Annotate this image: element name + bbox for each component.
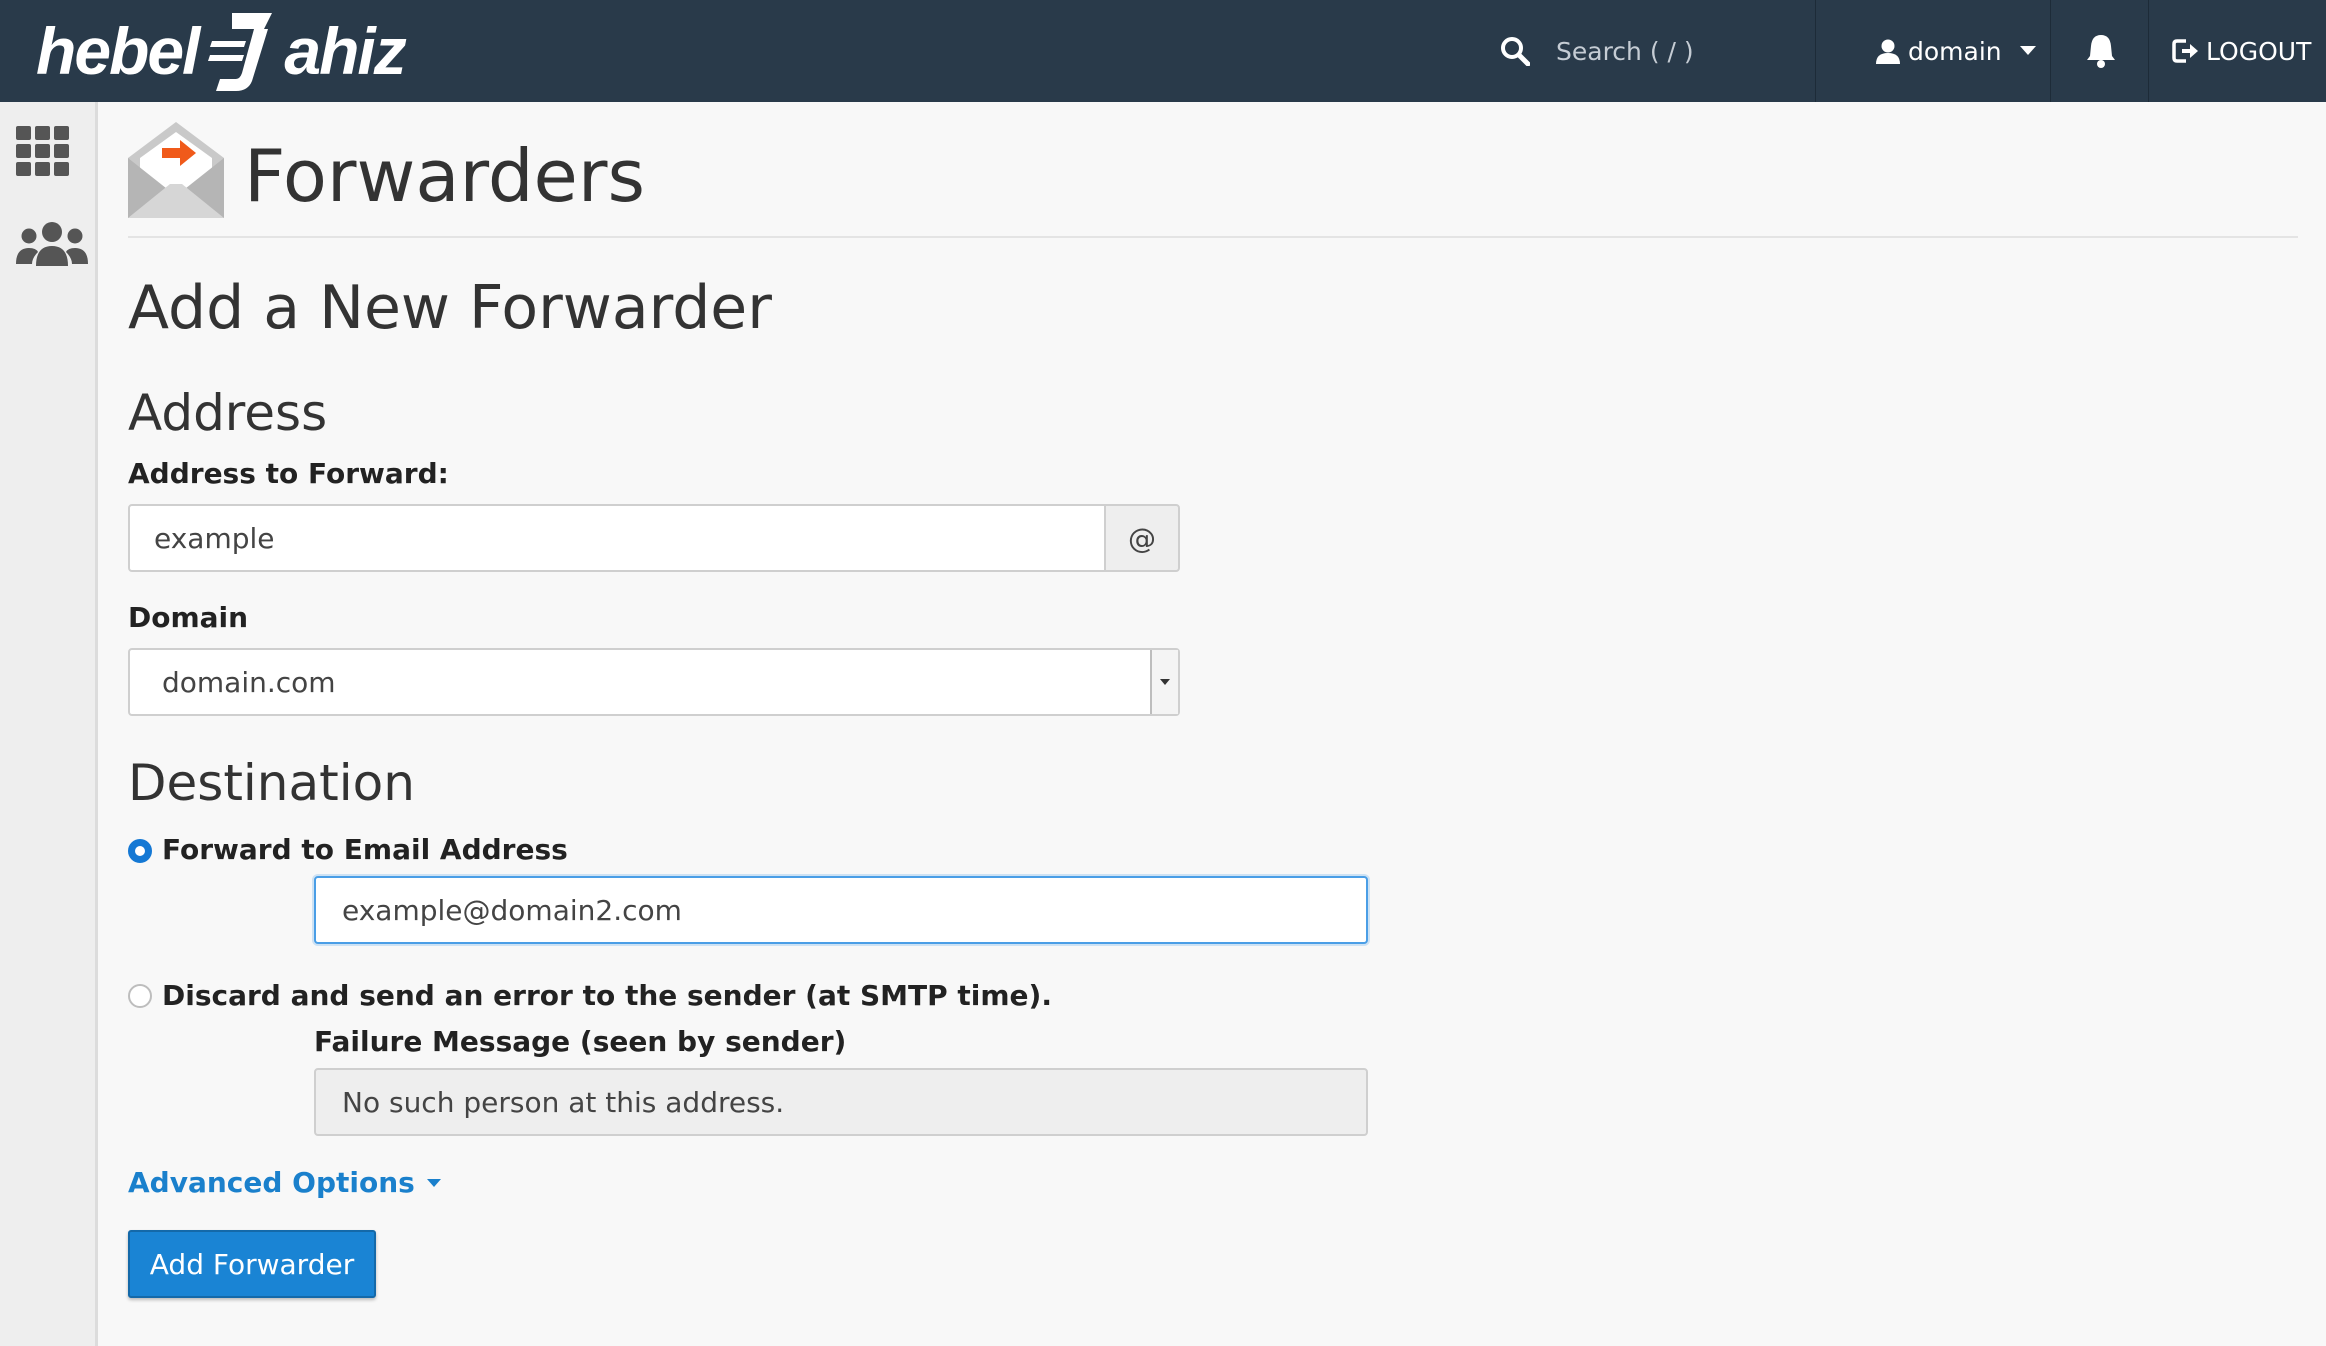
discard-label[interactable]: Discard and send an error to the sender … [162,982,1052,1010]
discard-radio[interactable] [128,984,152,1008]
logo-text-right: ahiz [284,14,406,88]
top-navbar: hebel ahiz Search ( / ) domain LOGOUT [0,0,2326,102]
divider [2148,0,2149,102]
divider [2050,0,2051,102]
chevron-down-icon [1160,679,1170,685]
forwarders-envelope-icon [128,122,224,222]
user-icon [1876,39,1900,64]
advanced-options-label: Advanced Options [128,1166,415,1199]
search-box[interactable]: Search ( / ) [1500,22,1694,80]
search-placeholder: Search ( / ) [1556,36,1694,66]
logout-label: LOGOUT [2206,36,2312,66]
destination-heading: Destination [128,754,415,812]
address-to-forward-value: example [154,521,275,555]
page-header: Forwarders [128,118,2298,238]
forward-email-value: example@domain2.com [342,893,682,927]
user-menu-button[interactable]: domain [1876,22,2036,80]
failure-message-input[interactable]: No such person at this address. [314,1068,1368,1136]
chevron-down-icon [426,1178,441,1187]
failure-message-label: Failure Message (seen by sender) [314,1025,847,1058]
failure-message-value: No such person at this address. [342,1085,785,1119]
add-forwarder-button[interactable]: Add Forwarder [128,1230,376,1298]
forward-email-input[interactable]: example@domain2.com [314,876,1368,944]
apps-grid-icon [16,126,69,176]
domain-select[interactable]: domain.com [128,648,1180,716]
search-icon [1501,37,1530,66]
users-icon [16,222,88,266]
divider [1815,0,1816,102]
left-sidebar [0,102,98,1346]
logo-mark-icon [202,7,280,95]
section-title: Add a New Forwarder [128,273,772,343]
address-heading: Address [128,384,328,442]
forward-to-email-radio[interactable] [128,839,152,863]
sidebar-item-users[interactable] [16,220,88,276]
select-dropdown-arrow[interactable] [1150,650,1178,714]
notifications-bell-icon[interactable] [2086,32,2116,72]
at-sign-text: @ [1128,521,1156,555]
page-title: Forwarders [244,134,645,218]
domain-select-value: domain.com [162,665,336,699]
user-menu-label: domain [1908,36,2002,66]
sidebar-item-apps[interactable] [14,124,72,182]
logout-icon [2172,39,2198,63]
address-to-forward-input[interactable]: example [128,504,1106,572]
advanced-options-toggle[interactable]: Advanced Options [128,1166,441,1199]
logo-text-left: hebel [36,14,200,88]
forward-to-email-label[interactable]: Forward to Email Address [162,836,568,864]
at-sign-addon: @ [1104,504,1180,572]
logout-button[interactable]: LOGOUT [2172,22,2311,80]
brand-logo[interactable]: hebel ahiz [36,6,407,96]
address-to-forward-label: Address to Forward: [128,457,449,490]
domain-label: Domain [128,601,249,634]
chevron-down-icon [2019,46,2036,55]
